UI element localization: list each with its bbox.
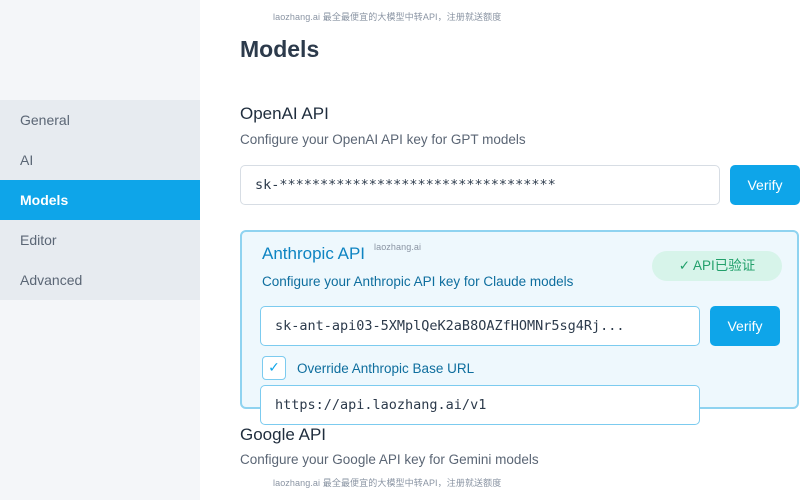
openai-verify-button[interactable]: Verify: [730, 165, 800, 205]
anthropic-section-card: Anthropic API laozhang.ai ✓ API已验证 Confi…: [240, 230, 799, 409]
anthropic-section-subtitle: Configure your Anthropic API key for Cla…: [262, 274, 574, 289]
sidebar-item-general[interactable]: General: [0, 100, 200, 140]
watermark-bottom: laozhang.ai 最全最便宜的大模型中转API，注册就送额度: [273, 478, 502, 488]
sidebar-item-ai[interactable]: AI: [0, 140, 200, 180]
openai-key-input[interactable]: [240, 165, 720, 205]
anthropic-key-input[interactable]: [260, 306, 700, 346]
sidebar-item-models[interactable]: Models: [0, 180, 200, 220]
anthropic-section-title: Anthropic API: [262, 244, 366, 263]
watermark-top: laozhang.ai 最全最便宜的大模型中转API，注册就送额度: [273, 12, 502, 22]
page-title: Models: [240, 36, 320, 62]
override-base-url-label: Override Anthropic Base URL: [297, 361, 475, 376]
base-url-input[interactable]: [260, 385, 700, 425]
api-verified-badge: ✓ API已验证: [652, 251, 782, 281]
sidebar-item-editor[interactable]: Editor: [0, 220, 200, 260]
openai-section-subtitle: Configure your OpenAI API key for GPT mo…: [240, 132, 526, 147]
anthropic-verify-button[interactable]: Verify: [710, 306, 780, 346]
google-section-title: Google API: [240, 425, 327, 444]
google-section-subtitle: Configure your Google API key for Gemini…: [240, 452, 539, 467]
settings-main: laozhang.ai 最全最便宜的大模型中转API，注册就送额度 Models…: [200, 0, 800, 500]
sidebar: General AI Models Editor Advanced: [0, 0, 200, 500]
checkmark-icon: ✓: [268, 359, 280, 375]
sidebar-item-advanced[interactable]: Advanced: [0, 260, 200, 300]
openai-section-title: OpenAI API: [240, 104, 329, 123]
watermark-inline: laozhang.ai: [374, 242, 422, 252]
override-base-url-checkbox[interactable]: ✓: [262, 356, 286, 380]
